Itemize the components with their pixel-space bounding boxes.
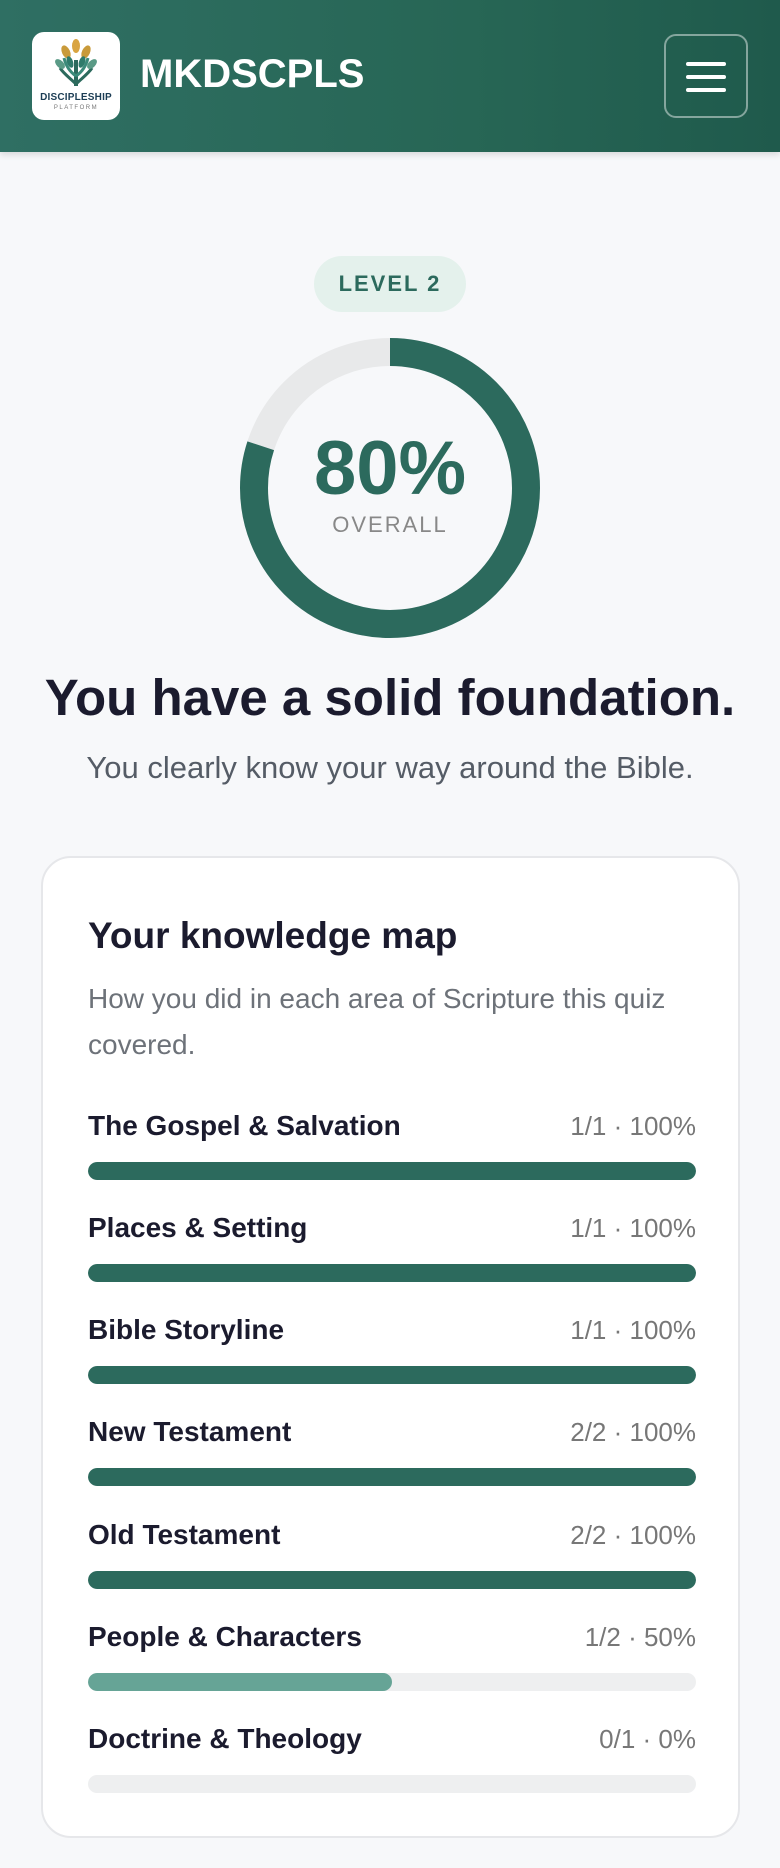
knowledge-row: The Gospel & Salvation 1/1 · 100%: [88, 1108, 696, 1188]
overall-label: OVERALL: [332, 512, 448, 537]
progress-track: [88, 1468, 696, 1486]
knowledge-map-description: How you did in each area of Scripture th…: [88, 983, 666, 1060]
row-label: Bible Storyline: [88, 1314, 285, 1345]
logo-subtext: PLATFORM: [53, 105, 99, 111]
overall-percent: 80%: [313, 426, 467, 511]
knowledge-map-title: Your knowledge map: [88, 915, 458, 956]
row-score: 1/1 · 100%: [570, 1315, 696, 1345]
progress-track: [88, 1162, 696, 1180]
row-score: 1/2 · 50%: [584, 1622, 696, 1652]
progress-fill: [88, 1673, 392, 1691]
level-badge: LEVEL 2: [314, 256, 466, 312]
progress-track: [88, 1264, 696, 1282]
progress-track: [88, 1571, 696, 1589]
row-label: People & Characters: [88, 1621, 362, 1652]
progress-fill: [88, 1366, 696, 1384]
progress-fill: [88, 1264, 696, 1282]
row-score: 0/1 · 0%: [599, 1724, 696, 1754]
row-label: Old Testament: [88, 1519, 281, 1550]
row-score: 2/2 · 100%: [570, 1417, 696, 1447]
knowledge-row: New Testament 2/2 · 100%: [88, 1414, 696, 1494]
menu-line-icon: [686, 75, 726, 79]
row-label: Places & Setting: [88, 1212, 308, 1243]
menu-line-icon: [686, 88, 726, 92]
knowledge-row: Places & Setting 1/1 · 100%: [88, 1210, 696, 1290]
progress-fill: [88, 1162, 696, 1180]
app-logo[interactable]: DISCIPLESHIP PLATFORM: [32, 32, 120, 120]
knowledge-row: Bible Storyline 1/1 · 100%: [88, 1312, 696, 1392]
knowledge-row: Old Testament 2/2 · 100%: [88, 1517, 696, 1597]
row-label: The Gospel & Salvation: [88, 1110, 401, 1141]
logo-text: DISCIPLESHIP: [40, 92, 112, 103]
progress-fill: [88, 1468, 696, 1486]
hamburger-menu-button[interactable]: [664, 34, 748, 118]
app-header: DISCIPLESHIP PLATFORM MKDSCPLS: [0, 0, 780, 152]
result-headline: You have a solid foundation.: [44, 669, 736, 726]
row-score: 1/1 · 100%: [570, 1111, 696, 1141]
progress-track: [88, 1366, 696, 1384]
knowledge-map-card: Your knowledge map How you did in each a…: [41, 856, 740, 1838]
row-label: Doctrine & Theology: [88, 1723, 362, 1754]
progress-track: [88, 1775, 696, 1793]
knowledge-row: People & Characters 1/2 · 50%: [88, 1619, 696, 1699]
progress-fill: [88, 1571, 696, 1589]
row-score: 1/1 · 100%: [570, 1213, 696, 1243]
progress-track: [88, 1673, 696, 1691]
tree-icon: [55, 39, 97, 86]
brand-name[interactable]: MKDSCPLS: [140, 50, 364, 98]
menu-line-icon: [686, 62, 726, 66]
row-score: 2/2 · 100%: [570, 1520, 696, 1550]
knowledge-row: Doctrine & Theology 0/1 · 0%: [88, 1721, 696, 1801]
row-label: New Testament: [88, 1416, 292, 1447]
result-subline: You clearly know your way around the Bib…: [86, 750, 694, 785]
